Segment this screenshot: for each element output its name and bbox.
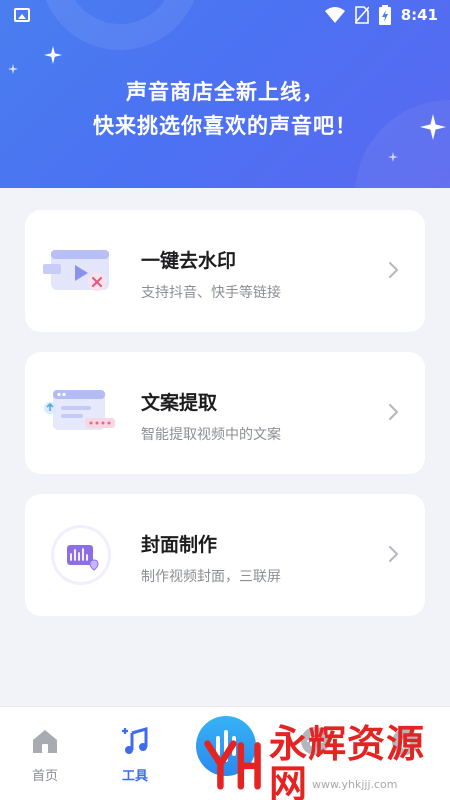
music-tools-icon [122,727,148,754]
nav-label-tools: 工具 [121,769,148,784]
chevron-right-icon [389,404,398,420]
tool-card-remove-watermark[interactable]: 一键去水印 支持抖音、快手等链接 [25,210,425,332]
cover-maker-icon [51,525,111,585]
tool-subtitle: 支持抖音、快手等链接 [141,285,281,301]
nav-item-home[interactable]: 首页 [0,707,90,800]
home-icon [33,730,57,753]
sparkle-icon [388,152,398,162]
sparkle-icon [8,64,18,74]
battery-charging-icon [378,5,391,25]
banner-line-2: 快来挑选你喜欢的声音吧！ [93,114,357,138]
wifi-icon [324,7,345,23]
status-bar: 8:41 [0,0,450,30]
tool-title: 一键去水印 [141,250,237,272]
tool-title: 封面制作 [141,534,218,556]
nav-label-home: 首页 [31,769,58,784]
tool-card-cover-maker[interactable]: 封面制作 制作视频封面，三联屏 [25,494,425,616]
remove-watermark-icon [43,250,109,291]
chevron-right-icon [389,262,398,278]
sparkle-icon [44,46,62,64]
tool-title: 文案提取 [141,392,218,414]
extract-text-icon [44,390,115,430]
watermark-url: www.yhkjjj.com [312,778,398,791]
chevron-right-icon [389,546,398,562]
tool-card-extract-text[interactable]: 文案提取 智能提取视频中的文案 [25,352,425,474]
image-icon [14,8,30,22]
tool-subtitle: 制作视频封面，三联屏 [141,569,281,585]
nav-item-tools[interactable]: 工具 [90,707,180,800]
tool-subtitle: 智能提取视频中的文案 [141,427,281,443]
banner-line-1: 声音商店全新上线， [126,80,324,104]
watermark-logo-icon [204,740,261,790]
no-sim-icon [354,6,369,24]
clock: 8:41 [400,6,438,24]
